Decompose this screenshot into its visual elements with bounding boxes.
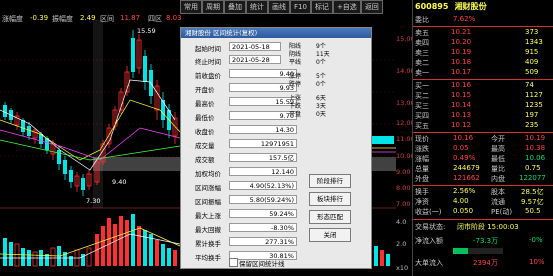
field-label: 平均换手 xyxy=(195,254,221,262)
volume-tick: 4.0 xyxy=(396,218,407,226)
field-label: 成交量 xyxy=(195,142,215,150)
bid-row[interactable]: 买一 10.16 74 xyxy=(413,81,553,91)
low-annotation-1: 9.40 xyxy=(112,178,127,186)
field-label: 最大回撤 xyxy=(195,226,221,234)
bid-row[interactable]: 买四 10.13 197 xyxy=(413,111,553,121)
stat-label: 跌停 xyxy=(289,81,302,88)
field-value: 12.140 xyxy=(229,167,297,176)
flow-row: 大单流入 2394万 10% xyxy=(415,258,545,267)
field-value: 5.80(59.24%) xyxy=(229,195,297,204)
high-annotation: 15.59 xyxy=(137,27,156,35)
field-value: 9.40 xyxy=(229,69,297,78)
field-label: 开盘价 xyxy=(195,86,215,94)
stat-row: 收益(一) 0.050 PE(动) 50.5 xyxy=(415,207,541,216)
field-label: 区间振幅 xyxy=(195,198,221,206)
close-button[interactable]: 关闭 xyxy=(309,228,351,242)
field-label: 最高价 xyxy=(195,100,215,108)
start-time-input[interactable]: 2021-05-18 xyxy=(229,42,281,51)
ask-row[interactable]: 卖一 10.17 509 xyxy=(413,68,553,78)
toolbar-mark[interactable]: 标记 xyxy=(310,0,333,14)
order-ratio-row: 委比 7.62% xyxy=(415,15,476,24)
stat-row: 总量 244679 量比 0.75 xyxy=(415,164,541,173)
toolbar-stats[interactable]: 统计 xyxy=(246,0,268,14)
field-value: 59.24% xyxy=(229,209,297,218)
toolbar-overlay[interactable]: 叠加 xyxy=(224,0,246,14)
stock-title: 600895 湘财股份 xyxy=(415,1,552,13)
field-value: 4.90(52.13%) xyxy=(229,181,297,190)
bid-row[interactable]: 买三 10.14 1235 xyxy=(413,101,553,111)
flow-row: 净流入额 -73.3万 -0% xyxy=(415,236,543,245)
stat-value: 0个 xyxy=(316,81,326,88)
stat-label: 平盘 xyxy=(289,111,302,118)
toolbar-f10[interactable]: F10 xyxy=(290,0,311,14)
low-annotation-2: 7.30 xyxy=(86,197,101,205)
stat-row: 换手 2.56% 股本 28.5亿 xyxy=(415,187,544,196)
volume-unit: x10 xyxy=(396,264,409,272)
field-label: 收盘价 xyxy=(195,128,215,136)
range-stats-dialog: 湘财股份 区间统计(复权) 起始时间 2021-05-18 终止时间 2021-… xyxy=(180,27,372,269)
stat-value: 0个 xyxy=(316,59,326,66)
price-tick: 8.00 xyxy=(396,184,411,192)
toolbar-add-watchlist[interactable]: +自选 xyxy=(332,0,361,14)
volume-tick: 2.0 xyxy=(396,240,407,248)
field-value: 277.31% xyxy=(229,237,297,246)
keep-lines-label: 保留区间统计线 xyxy=(239,260,285,268)
ask-row[interactable]: 卖二 10.18 409 xyxy=(413,58,553,68)
pattern-match-button[interactable]: 形态匹配 xyxy=(309,210,351,224)
stat-row: 涨跌 0.05 最高 10.38 xyxy=(415,144,546,153)
quote-panel: 600895 湘财股份 委比 7.62% 卖五 10.21 373 卖四 10.… xyxy=(412,0,553,276)
trading-status: 交易状态: 闭市阶段 15:00:03 xyxy=(415,223,519,231)
stock-code: 600895 xyxy=(415,2,449,11)
bid-row[interactable]: 买五 10.12 235 xyxy=(413,121,553,131)
field-label: 累计换手 xyxy=(195,240,221,248)
ask-row[interactable]: 卖四 10.20 1343 xyxy=(413,38,553,48)
dialog-title[interactable]: 湘财股份 区间统计(复权) xyxy=(181,28,371,38)
start-time-label: 起始时间 xyxy=(195,45,221,53)
field-label: 最大上涨 xyxy=(195,212,221,220)
field-value: 14.30 xyxy=(229,125,297,134)
chart-toolbar: 常用 周期 叠加 统计 画线 F10 标记 +自选 返回 xyxy=(180,0,383,14)
price-tick: 9.00 xyxy=(396,168,411,176)
toolbar-back[interactable]: 返回 xyxy=(360,0,383,14)
field-value: 15.59 xyxy=(229,97,297,106)
flow-bar xyxy=(453,248,503,254)
toolbar-draw[interactable]: 画线 xyxy=(268,0,290,14)
field-label: 成交额 xyxy=(195,156,215,164)
stat-row: 净资 4.00 流通 9.57亿 xyxy=(415,197,544,206)
field-value: 157.5亿 xyxy=(229,153,297,162)
field-value: -8.30% xyxy=(229,223,297,232)
sector-ranking-button[interactable]: 板块排行 xyxy=(309,192,351,206)
field-label: 加权均价 xyxy=(195,170,221,178)
stock-name: 湘财股份 xyxy=(454,2,487,11)
stage-ranking-button[interactable]: 阶段排行 xyxy=(309,174,351,188)
toolbar-period[interactable]: 周期 xyxy=(202,0,224,14)
field-value: 9.93 xyxy=(229,83,297,92)
field-label: 前收盘价 xyxy=(195,72,221,80)
ask-row[interactable]: 卖三 10.19 915 xyxy=(413,48,553,58)
ask-row[interactable]: 卖五 10.21 373 xyxy=(413,28,553,38)
stat-row: 涨幅 0.49% 最低 10.06 xyxy=(415,154,546,163)
field-label: 区间涨幅 xyxy=(195,184,221,192)
stat-row: 现价 10.16 今开 10.19 xyxy=(415,134,546,143)
keep-lines-checkbox[interactable] xyxy=(229,258,238,267)
stat-value: 0天 xyxy=(316,111,326,118)
field-value: 12971951 xyxy=(229,139,297,148)
field-value: 9.70 xyxy=(229,111,297,120)
stat-label: 平线 xyxy=(289,59,302,66)
bid-row[interactable]: 买二 10.15 1127 xyxy=(413,91,553,101)
toolbar-common[interactable]: 常用 xyxy=(180,0,202,14)
end-time-label: 终止时间 xyxy=(195,58,221,66)
field-label: 最低价 xyxy=(195,114,215,122)
price-tick: 7.00 xyxy=(396,200,411,208)
stat-row: 外盘 121662 内盘 122077 xyxy=(415,174,546,183)
end-time-input[interactable]: 2021-05-28 xyxy=(229,55,281,64)
